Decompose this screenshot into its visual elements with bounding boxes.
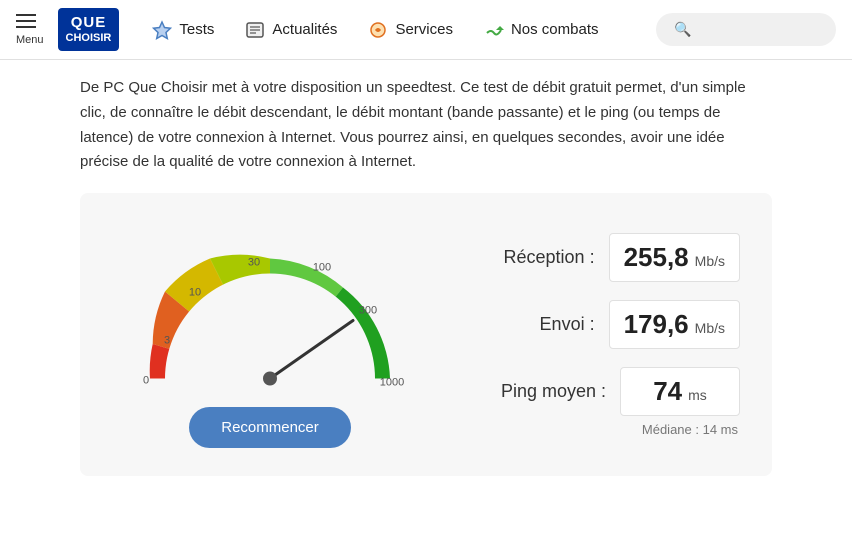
reception-value: 255,8 [624,242,689,273]
ping-label: Ping moyen : [501,381,606,402]
reception-label: Réception : [504,247,595,268]
gauge-label-1000: 1000 [380,377,404,389]
logo-line2: CHOISIR [66,32,112,45]
actualites-icon [244,19,266,41]
nav-nos-combats-label: Nos combats [511,21,599,38]
gauge-label-3: 3 [164,335,170,347]
nav-services-label: Services [395,21,453,38]
mediane-text: Médiane : 14 ms [460,422,740,437]
ping-value: 74 [653,376,682,407]
page-body: De PC Que Choisir met à votre dispositio… [0,60,852,492]
ping-value-box: 74 ms [620,367,740,416]
nav-tests-label: Tests [179,21,214,38]
services-icon [367,19,389,41]
recommencer-button[interactable]: Recommencer [189,407,351,448]
nos-combats-icon [483,19,505,41]
search-placeholder: 🔍 [674,21,691,37]
reception-row: Réception : 255,8 Mb/s [460,233,740,282]
gauge-center [263,372,277,386]
logo-line1: QUE [71,14,107,32]
nav-item-tests[interactable]: Tests [139,13,226,47]
logo[interactable]: QUE CHOISIR [58,8,120,51]
envoi-value: 179,6 [624,309,689,340]
gauge-label-10: 10 [189,287,201,299]
gauge-label-300: 300 [359,305,377,317]
nav-item-nos-combats[interactable]: Nos combats [471,13,611,47]
gauge-label-30: 30 [248,257,260,269]
reception-unit: Mb/s [695,253,725,269]
tests-icon [151,19,173,41]
menu-label: Menu [16,34,44,46]
envoi-value-box: 179,6 Mb/s [609,300,740,349]
results-panel: Réception : 255,8 Mb/s Envoi : 179,6 Mb/… [440,233,740,437]
reception-value-box: 255,8 Mb/s [609,233,740,282]
search-box[interactable]: 🔍 [656,13,836,46]
page-description: De PC Que Choisir met à votre dispositio… [80,76,772,175]
speedtest-box: 0 3 10 30 100 300 1000 [80,193,772,476]
ping-row: Ping moyen : 74 ms [460,367,740,416]
gauge-svg: 0 3 10 30 100 300 1000 [110,221,430,401]
main-nav: Tests Actualités Services [139,13,656,47]
gauge-label-100: 100 [313,262,331,274]
nav-item-services[interactable]: Services [355,13,465,47]
header: Menu QUE CHOISIR Tests [0,0,852,60]
nav-actualites-label: Actualités [272,21,337,38]
envoi-label: Envoi : [540,314,595,335]
gauge-container: 0 3 10 30 100 300 1000 [100,221,440,448]
gauge-label-0: 0 [143,375,149,387]
ping-unit: ms [688,387,707,403]
envoi-row: Envoi : 179,6 Mb/s [460,300,740,349]
menu-button[interactable]: Menu [16,14,44,46]
nav-item-actualites[interactable]: Actualités [232,13,349,47]
envoi-unit: Mb/s [695,320,725,336]
